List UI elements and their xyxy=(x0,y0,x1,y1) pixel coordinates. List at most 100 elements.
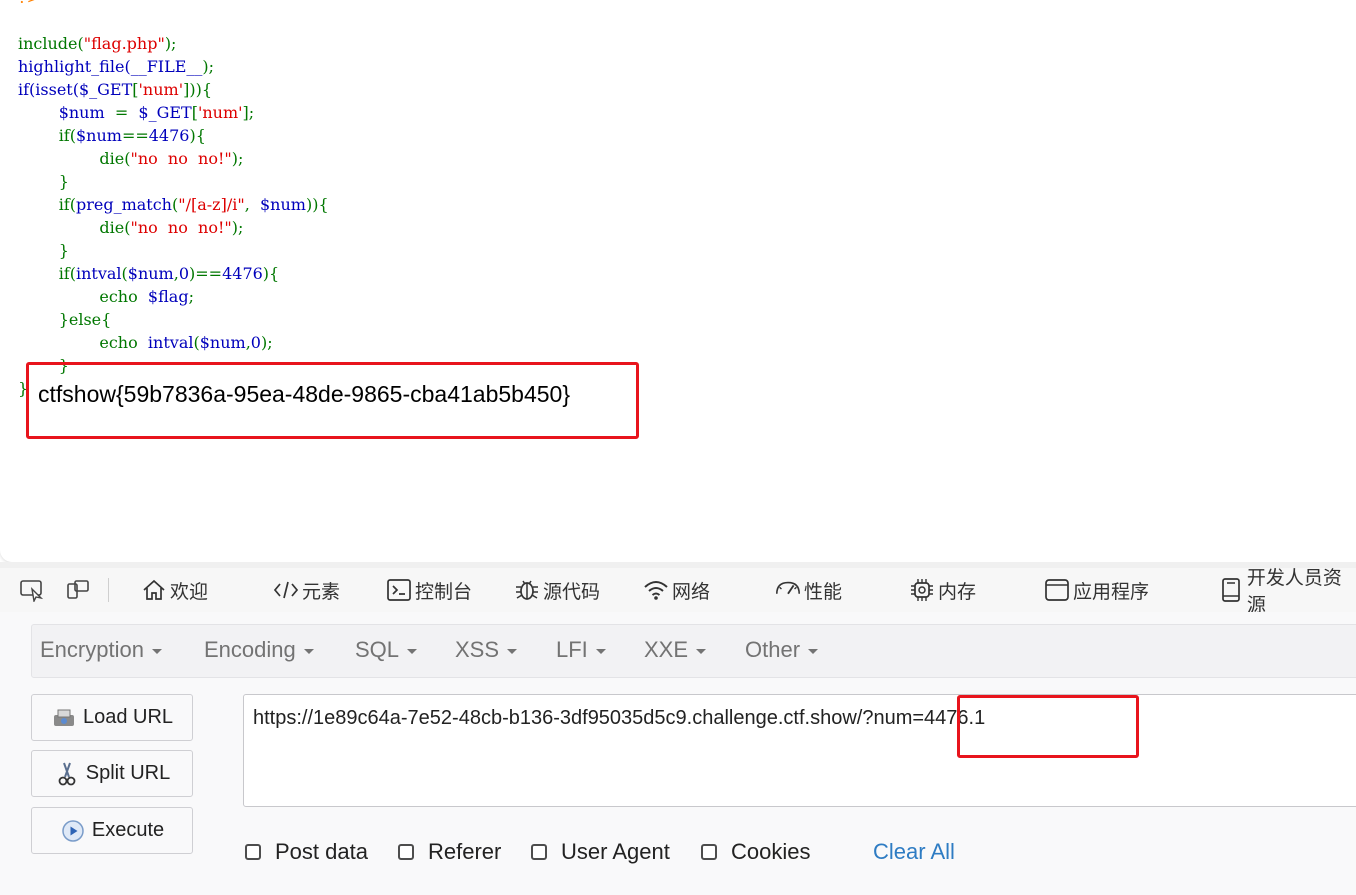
tab-performance-label: 性能 xyxy=(804,580,843,603)
code-token: $num xyxy=(75,126,122,145)
code-token: echo xyxy=(18,333,148,352)
load-url-button[interactable]: Load URL xyxy=(31,694,193,741)
chevron-down-icon xyxy=(407,649,418,654)
code-token: 'num' xyxy=(138,80,184,99)
devtools-toolbar: 欢迎 元素 控制台 源代码 网络 性能 内存 应用程序 开发人员资源 xyxy=(0,567,1356,616)
menu-encryption[interactable]: Encryption xyxy=(40,637,162,663)
inspect-icon[interactable] xyxy=(18,576,46,604)
code-line: if(preg_match("/[a-z]/i", $num)){ xyxy=(18,193,329,216)
menu-xss-label: XSS xyxy=(455,637,500,662)
code-token: if( xyxy=(18,195,76,214)
console-icon xyxy=(385,576,413,604)
menu-xss[interactable]: XSS xyxy=(455,637,518,663)
tab-developer-resources[interactable]: 开发人员资源 xyxy=(1218,567,1356,616)
tab-memory[interactable]: 内存 xyxy=(908,576,976,604)
referer-label: Referer xyxy=(428,839,502,864)
code-line: if(intval($num,0)==4476){ xyxy=(18,262,329,285)
tab-memory-label: 内存 xyxy=(938,580,977,603)
code-token: "no no no!" xyxy=(130,149,232,168)
code-token: $num xyxy=(199,333,246,352)
menu-sql-label: SQL xyxy=(355,637,400,662)
split-url-button[interactable]: Split URL xyxy=(31,750,193,797)
post-data-checkbox[interactable] xyxy=(245,844,261,860)
code-token: $_GET xyxy=(78,80,133,99)
code-token: )== xyxy=(189,264,223,283)
code-token: "flag.php" xyxy=(83,34,165,53)
menu-other[interactable]: Other xyxy=(745,637,819,663)
chevron-down-icon xyxy=(151,649,162,654)
menu-xxe[interactable]: XXE xyxy=(644,637,707,663)
code-token: echo xyxy=(18,287,148,306)
execute-button[interactable]: Execute xyxy=(31,807,193,854)
bug-icon xyxy=(513,576,541,604)
url-base: https://1e89c64a-7e52-48cb-b136-3df95035… xyxy=(253,707,863,729)
tab-welcome-label: 欢迎 xyxy=(170,580,209,603)
code-token: 'num' xyxy=(197,103,243,122)
device-emulation-icon[interactable] xyxy=(64,576,92,604)
code-line: die("no no no!"); xyxy=(18,216,329,239)
tab-console[interactable]: 控制台 xyxy=(385,576,472,604)
code-token: "no no no!" xyxy=(130,218,232,237)
user-agent-option[interactable]: User Agent xyxy=(531,839,670,865)
wifi-icon xyxy=(642,576,670,604)
code-token: $num xyxy=(127,264,174,283)
code-token: $flag xyxy=(147,287,189,306)
code-line: die("no no no!"); xyxy=(18,147,329,170)
menu-sql[interactable]: SQL xyxy=(355,637,418,663)
menu-lfi[interactable]: LFI xyxy=(556,637,606,663)
tab-network[interactable]: 网络 xyxy=(642,576,710,604)
menu-xxe-label: XXE xyxy=(644,637,689,662)
tab-console-label: 控制台 xyxy=(415,580,473,603)
code-token: } xyxy=(18,241,69,260)
tab-application[interactable]: 应用程序 xyxy=(1043,576,1149,604)
code-token: $num xyxy=(259,195,306,214)
code-line: $num = $_GET['num']; xyxy=(18,101,329,124)
play-icon xyxy=(60,818,86,844)
page-content: ?>include("flag.php");highlight_file(__F… xyxy=(0,0,1356,562)
menu-lfi-label: LFI xyxy=(556,637,588,662)
code-token: include( xyxy=(18,34,84,53)
referer-option[interactable]: Referer xyxy=(398,839,501,865)
code-line: } xyxy=(18,170,329,193)
url-textarea[interactable]: https://1e89c64a-7e52-48cb-b136-3df95035… xyxy=(243,694,1356,807)
referer-checkbox[interactable] xyxy=(398,844,414,860)
url-value: https://1e89c64a-7e52-48cb-b136-3df95035… xyxy=(253,707,985,730)
menu-other-label: Other xyxy=(745,637,801,662)
chevron-down-icon xyxy=(808,649,819,654)
code-token: $_GET xyxy=(133,103,192,122)
tab-performance[interactable]: 性能 xyxy=(774,576,842,604)
clear-all-link[interactable]: Clear All xyxy=(873,839,955,865)
scissors-icon xyxy=(54,761,80,787)
menu-encryption-label: Encryption xyxy=(40,637,144,662)
code-line: echo $flag; xyxy=(18,285,329,308)
tab-sources[interactable]: 源代码 xyxy=(513,576,600,604)
toolbar-separator xyxy=(108,578,109,602)
post-data-option[interactable]: Post data xyxy=(245,839,368,865)
code-token: }else{ xyxy=(18,310,112,329)
menu-encoding[interactable]: Encoding xyxy=(204,637,314,663)
gauge-icon xyxy=(774,576,802,604)
code-line: if($num==4476){ xyxy=(18,124,329,147)
load-url-label: Load URL xyxy=(82,706,174,728)
tab-welcome[interactable]: 欢迎 xyxy=(140,576,208,604)
tab-elements-label: 元素 xyxy=(302,580,341,603)
cookies-checkbox[interactable] xyxy=(701,844,717,860)
code-token: __FILE__ xyxy=(130,57,203,76)
code-token: } xyxy=(18,172,69,191)
window-icon xyxy=(1043,576,1071,604)
tab-elements[interactable]: 元素 xyxy=(272,576,340,604)
code-token: ]; xyxy=(242,103,255,122)
code-token: die( xyxy=(18,218,131,237)
query-highlight-box xyxy=(957,695,1139,758)
code-token: ); xyxy=(164,34,177,53)
code-line: if(isset($_GET['num'])){ xyxy=(18,78,329,101)
code-token: intval xyxy=(147,333,194,352)
code-token: , xyxy=(244,195,260,214)
cookies-label: Cookies xyxy=(731,839,811,864)
code-token: 4476 xyxy=(148,126,190,145)
code-line: }else{ xyxy=(18,308,329,331)
cookies-option[interactable]: Cookies xyxy=(701,839,810,865)
user-agent-checkbox[interactable] xyxy=(531,844,547,860)
